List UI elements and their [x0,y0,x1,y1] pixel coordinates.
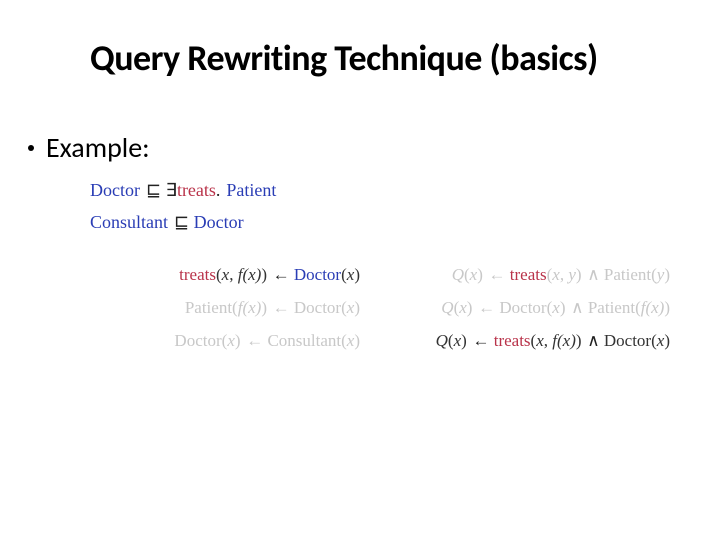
bullet-text: Example: [46,130,150,165]
rule-right-3: Q(x) ← treats(x, f(x)) ∧ Doctor(x) [370,326,670,357]
rule-left-1: treats(x, f(x)) ← Doctor(x) [70,260,360,291]
rewriting-columns: treats(x, f(x)) ← Doctor(x) Patient(f(x)… [70,260,670,358]
axioms-block: Doctor ⊑ ∃treats. Patient Consultant ⊑ D… [90,176,276,240]
right-column: Q(x) ← treats(x, y) ∧ Patient(y) Q(x) ← … [370,260,670,358]
axiom-1: Doctor ⊑ ∃treats. Patient [90,176,276,206]
slide-title: Query Rewriting Technique (basics) [90,36,598,80]
rule-left-3: Doctor(x) ← Consultant(x) [70,326,360,357]
rule-right-1: Q(x) ← treats(x, y) ∧ Patient(y) [370,260,670,291]
left-column: treats(x, f(x)) ← Doctor(x) Patient(f(x)… [70,260,360,358]
axiom-2: Consultant ⊑ Doctor [90,208,276,238]
bullet-dot-icon [28,145,34,151]
rule-left-2: Patient(f(x)) ← Doctor(x) [70,293,360,324]
example-bullet: Example: [28,130,150,165]
slide: Query Rewriting Technique (basics) Examp… [0,0,720,540]
rule-right-2: Q(x) ← Doctor(x) ∧ Patient(f(x)) [370,293,670,324]
